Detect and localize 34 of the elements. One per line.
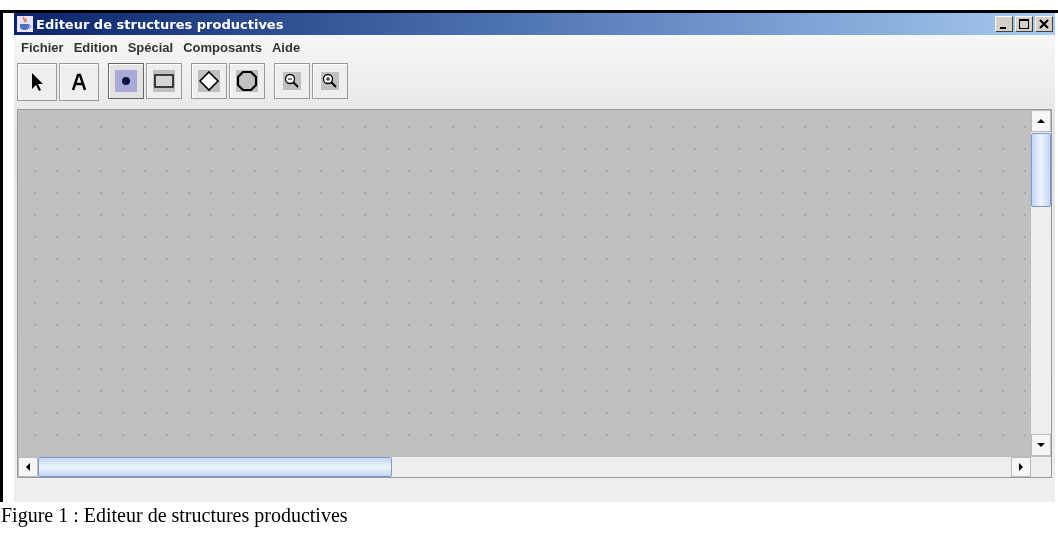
octagon-icon	[235, 69, 259, 93]
scroll-thumb[interactable]	[38, 457, 392, 477]
close-button[interactable]	[1035, 16, 1053, 32]
maximize-icon	[1019, 19, 1029, 29]
down-arrow-icon[interactable]	[1036, 440, 1046, 450]
diamond-icon	[197, 69, 221, 93]
up-arrow-icon[interactable]	[1036, 116, 1046, 126]
menu-item[interactable]: Edition	[68, 39, 123, 55]
zoom-out-tool-button[interactable]	[274, 63, 310, 99]
scroll-thumb[interactable]	[1031, 133, 1051, 207]
rectangle-icon	[152, 69, 176, 93]
zoom-out-icon	[280, 69, 304, 93]
menu-item[interactable]: Spécial	[122, 39, 179, 55]
diamond-tool-button[interactable]	[191, 63, 227, 99]
pointer-tool-button[interactable]	[17, 63, 57, 101]
menu-item[interactable]: Fichier	[16, 39, 69, 55]
octagon-tool-button[interactable]	[229, 63, 265, 99]
zoom-in-icon	[318, 69, 342, 93]
close-icon	[1039, 19, 1049, 29]
minimize-icon	[999, 27, 1006, 29]
vertical-scrollbar[interactable]	[1030, 110, 1051, 456]
right-arrow-icon[interactable]	[1016, 462, 1026, 472]
window-title: Editeur de structures productives	[36, 16, 285, 32]
rect-tool-button[interactable]	[146, 63, 182, 99]
coffee-cup-icon	[17, 16, 33, 32]
text-tool-button[interactable]	[59, 63, 99, 101]
menu-item[interactable]: Aide	[266, 39, 306, 55]
menu-item[interactable]: Composants	[178, 39, 267, 55]
node-tool-button[interactable]	[108, 63, 144, 99]
horizontal-scrollbar[interactable]	[18, 456, 1051, 477]
maximize-button[interactable]	[1015, 16, 1033, 32]
figure-caption: Figure 1 : Editeur de structures productives	[0, 503, 348, 527]
zoom-in-tool-button[interactable]	[312, 63, 348, 99]
minimize-button[interactable]	[995, 16, 1013, 32]
